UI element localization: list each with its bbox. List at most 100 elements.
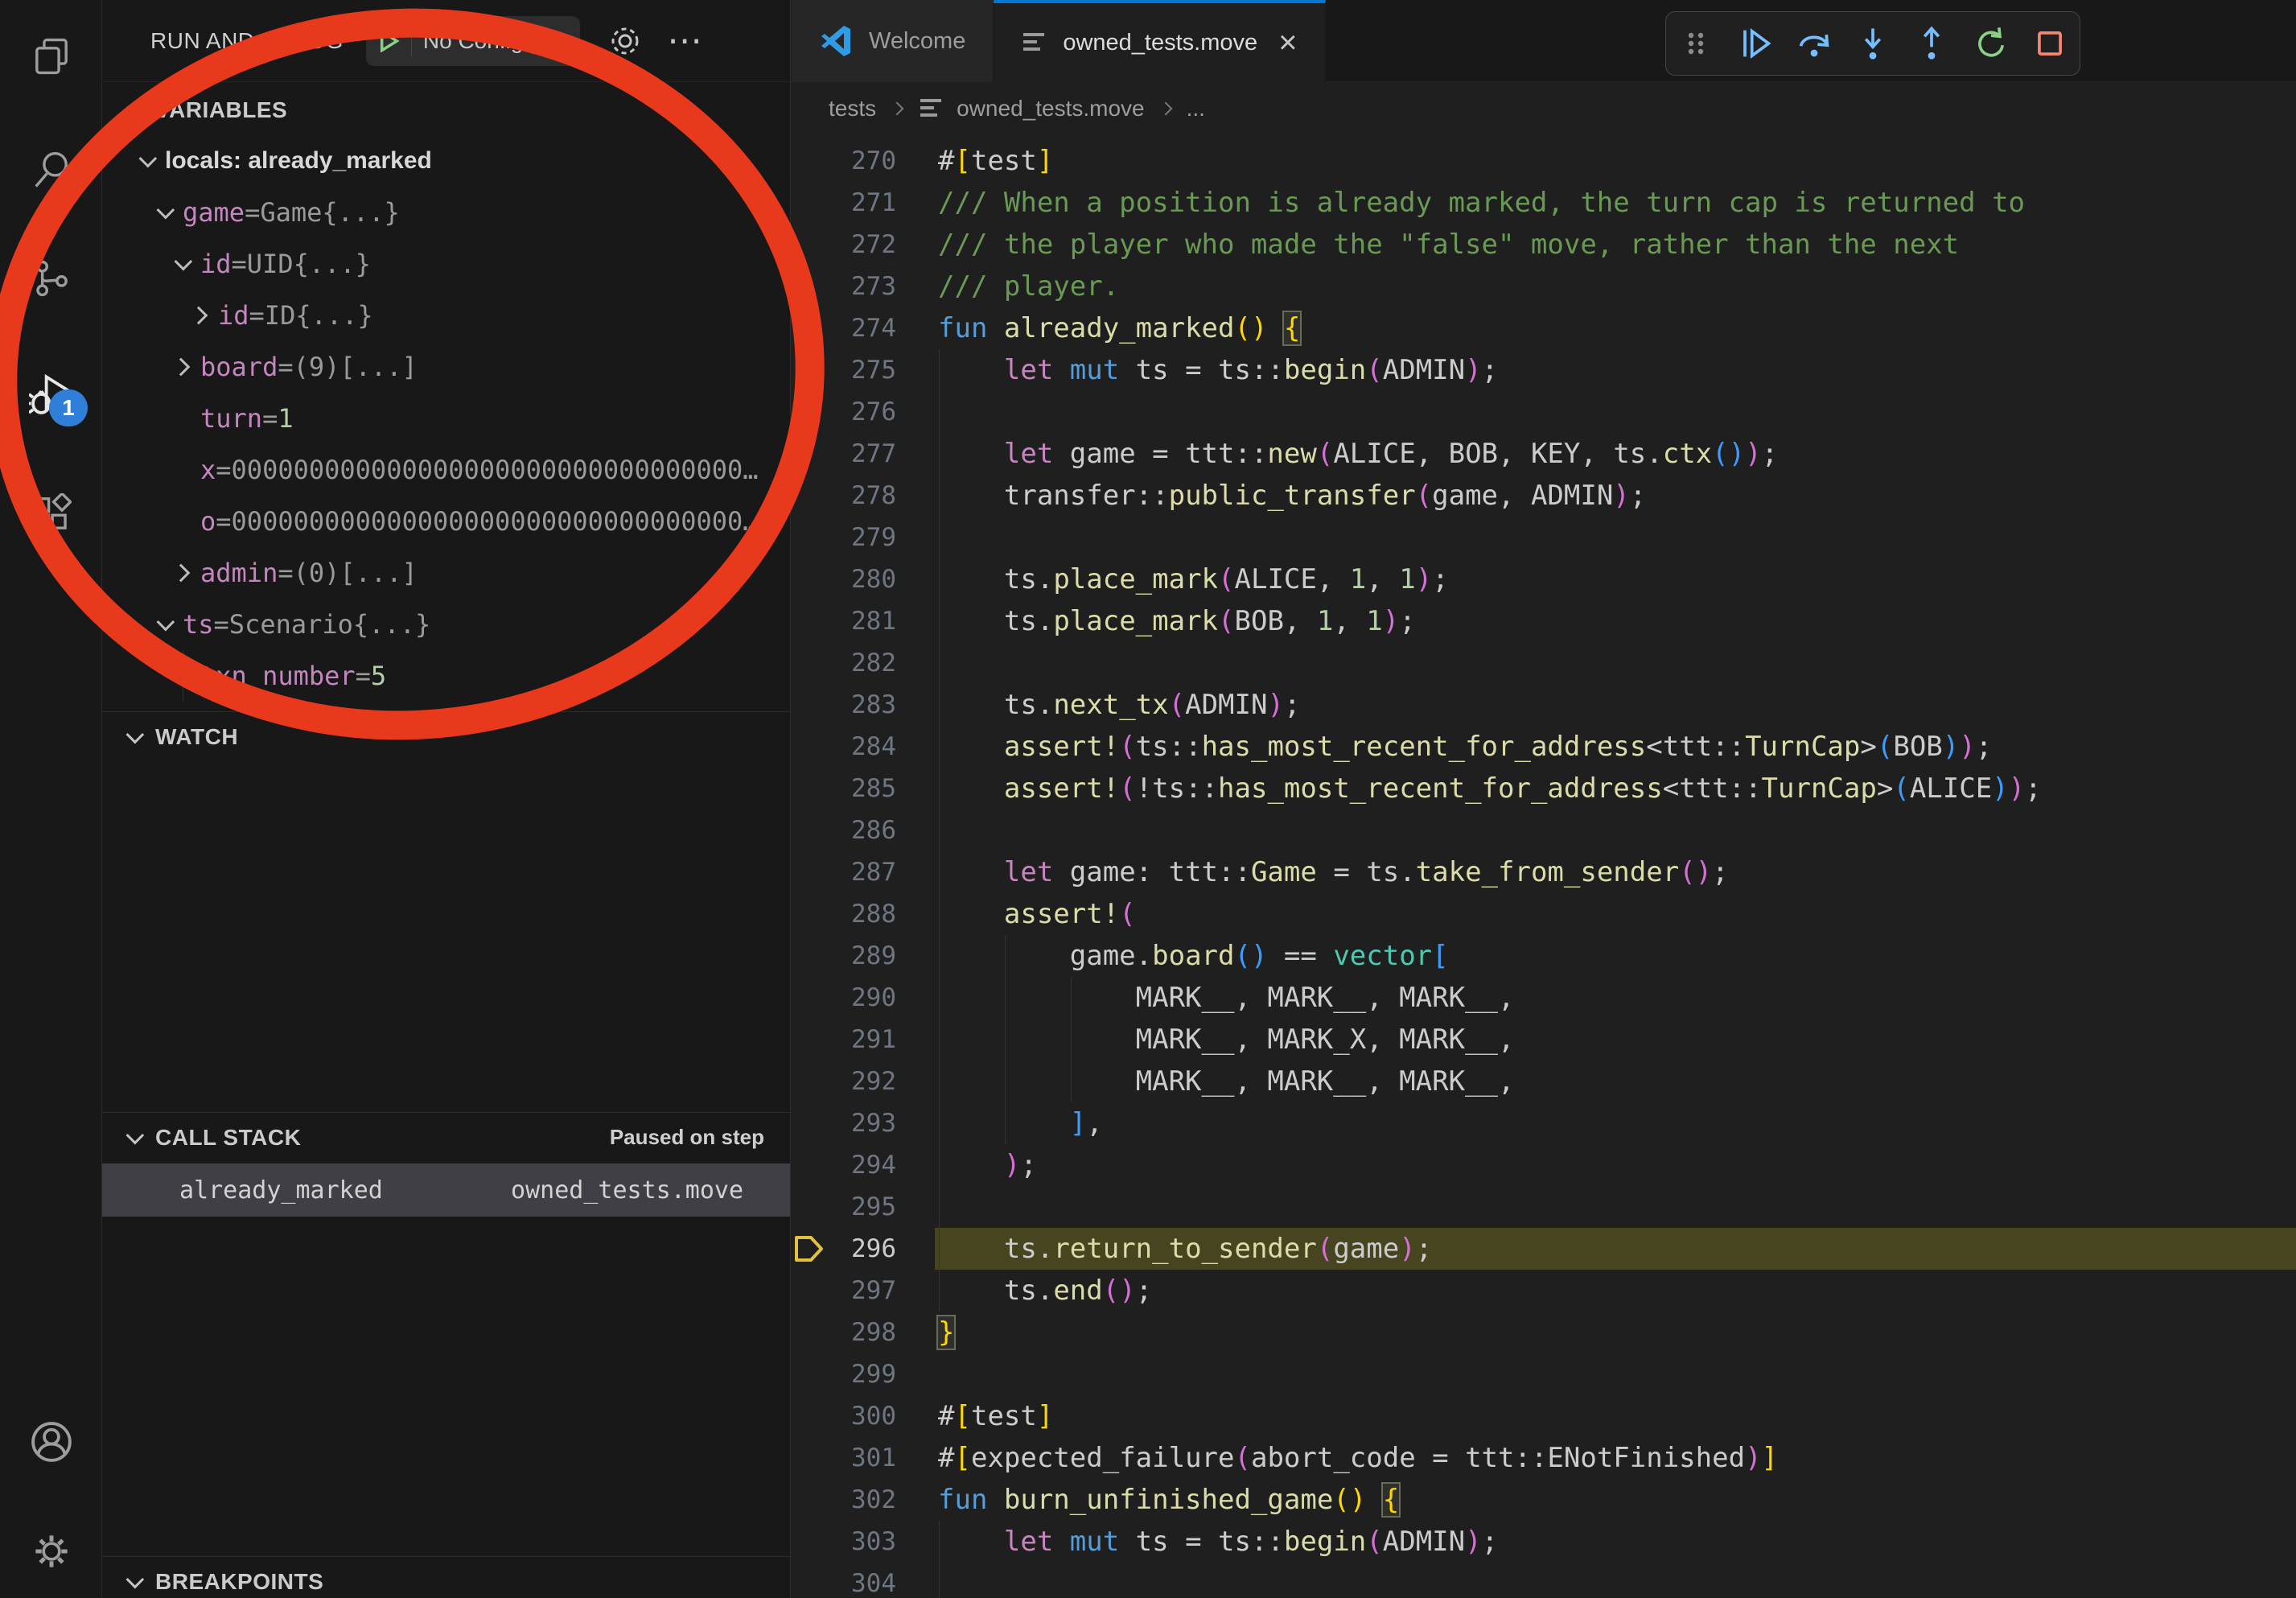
code-line[interactable]: 301#[expected_failure(abort_code = ttt::…: [792, 1437, 2296, 1479]
variable-row[interactable]: o = 000000000000000000000000000000000…: [102, 496, 790, 547]
code-line[interactable]: 304: [792, 1563, 2296, 1598]
continue-button[interactable]: [1729, 18, 1780, 69]
line-number[interactable]: 276: [851, 391, 896, 433]
line-number[interactable]: 287: [851, 851, 896, 893]
restart-button[interactable]: [1965, 18, 2017, 69]
line-number[interactable]: 278: [851, 475, 896, 517]
close-icon[interactable]: ×: [1278, 31, 1297, 55]
code-line[interactable]: 292 MARK__, MARK__, MARK__,: [792, 1061, 2296, 1102]
code-line[interactable]: 281 ts.place_mark(BOB, 1, 1);: [792, 600, 2296, 642]
code-line[interactable]: 286: [792, 809, 2296, 851]
settings-gear-icon[interactable]: [0, 1511, 102, 1592]
line-number[interactable]: 293: [851, 1102, 896, 1144]
extensions-icon[interactable]: [0, 473, 102, 554]
variable-row[interactable]: game = Game{...}: [102, 187, 790, 238]
line-number[interactable]: 297: [851, 1270, 896, 1312]
run-debug-icon[interactable]: 1: [0, 354, 102, 435]
line-number[interactable]: 272: [851, 224, 896, 266]
code-line[interactable]: 293 ],: [792, 1102, 2296, 1144]
line-number[interactable]: 295: [851, 1186, 896, 1228]
variable-row[interactable]: id = ID{...}: [102, 290, 790, 341]
line-number[interactable]: 286: [851, 809, 896, 851]
line-number[interactable]: 289: [851, 935, 896, 977]
tab-welcome[interactable]: Welcome: [792, 0, 994, 82]
line-number[interactable]: 285: [851, 768, 896, 809]
explorer-icon[interactable]: [0, 16, 102, 97]
variable-row[interactable]: id = UID{...}: [102, 238, 790, 290]
line-number[interactable]: 298: [851, 1312, 896, 1353]
breakpoints-section-header[interactable]: BREAKPOINTS: [102, 1556, 790, 1598]
code-line[interactable]: 295: [792, 1186, 2296, 1228]
chevron-down-icon[interactable]: [157, 613, 175, 632]
line-number[interactable]: 284: [851, 726, 896, 768]
chevron-right-icon[interactable]: [172, 564, 191, 583]
line-number[interactable]: 274: [851, 307, 896, 349]
variable-row[interactable]: ts = Scenario{...}: [102, 599, 790, 650]
search-icon[interactable]: [0, 129, 102, 209]
code-line[interactable]: 276: [792, 391, 2296, 433]
code-line[interactable]: 300#[test]: [792, 1395, 2296, 1437]
code-line[interactable]: 280 ts.place_mark(ALICE, 1, 1);: [792, 558, 2296, 600]
line-number[interactable]: 281: [851, 600, 896, 642]
line-number[interactable]: 273: [851, 266, 896, 307]
line-number[interactable]: 296: [851, 1228, 896, 1270]
code-line[interactable]: 288 assert!(: [792, 893, 2296, 935]
variable-row[interactable]: locals: already_marked: [102, 135, 790, 187]
step-into-button[interactable]: [1847, 18, 1899, 69]
code-line[interactable]: 287 let game: ttt::Game = ts.take_from_s…: [792, 851, 2296, 893]
code-line[interactable]: 282: [792, 642, 2296, 684]
line-number[interactable]: 294: [851, 1144, 896, 1186]
chevron-down-icon[interactable]: [139, 150, 158, 168]
line-number[interactable]: 290: [851, 977, 896, 1019]
code-line[interactable]: 278 transfer::public_transfer(game, ADMI…: [792, 475, 2296, 517]
line-number[interactable]: 300: [851, 1395, 896, 1437]
line-number[interactable]: 271: [851, 182, 896, 224]
step-out-button[interactable]: [1906, 18, 1957, 69]
code-line[interactable]: 290 MARK__, MARK__, MARK__,: [792, 977, 2296, 1019]
code-line[interactable]: 270#[test]: [792, 140, 2296, 182]
line-number[interactable]: 303: [851, 1521, 896, 1563]
chevron-right-icon[interactable]: [190, 307, 208, 325]
launch-config-dropdown[interactable]: No Configur: [366, 16, 580, 66]
code-line[interactable]: 277 let game = ttt::new(ALICE, BOB, KEY,…: [792, 433, 2296, 475]
callstack-section-header[interactable]: CALL STACK Paused on step: [102, 1112, 790, 1162]
stop-button[interactable]: [2024, 18, 2076, 69]
callstack-frame-row[interactable]: already_marked owned_tests.move: [102, 1163, 790, 1217]
chevron-right-icon[interactable]: [172, 358, 191, 377]
line-number[interactable]: 282: [851, 642, 896, 684]
code-line[interactable]: 284 assert!(ts::has_most_recent_for_addr…: [792, 726, 2296, 768]
account-icon[interactable]: [0, 1402, 102, 1482]
line-number[interactable]: 304: [851, 1563, 896, 1598]
variables-section-header[interactable]: VARIABLES: [102, 85, 790, 135]
code-line[interactable]: 296 ts.return_to_sender(game);: [792, 1228, 2296, 1270]
line-number[interactable]: 301: [851, 1437, 896, 1479]
code-line[interactable]: 274fun already_marked() {: [792, 307, 2296, 349]
watch-section-header[interactable]: WATCH: [102, 711, 790, 761]
breadcrumb-item-tests[interactable]: tests: [829, 96, 876, 121]
chevron-down-icon[interactable]: [175, 253, 193, 271]
source-control-icon[interactable]: [0, 238, 102, 319]
step-over-button[interactable]: [1788, 18, 1840, 69]
line-number[interactable]: 291: [851, 1019, 896, 1061]
more-actions-icon[interactable]: ⋯: [667, 33, 702, 49]
breadcrumb-item-symbol[interactable]: ...: [1187, 96, 1205, 121]
code-line[interactable]: 279: [792, 517, 2296, 558]
code-line[interactable]: 298}: [792, 1312, 2296, 1353]
line-number[interactable]: 280: [851, 558, 896, 600]
code-line[interactable]: 289 game.board() == vector[: [792, 935, 2296, 977]
variable-row[interactable]: turn = 1: [102, 393, 790, 444]
code-line[interactable]: 272/// the player who made the "false" m…: [792, 224, 2296, 266]
code-line[interactable]: 299: [792, 1353, 2296, 1395]
code-line[interactable]: 294 );: [792, 1144, 2296, 1186]
variable-row[interactable]: board = (9)[...]: [102, 341, 790, 393]
line-number[interactable]: 277: [851, 433, 896, 475]
code-line[interactable]: 283 ts.next_tx(ADMIN);: [792, 684, 2296, 726]
code-line[interactable]: 273/// player.: [792, 266, 2296, 307]
line-number[interactable]: 270: [851, 140, 896, 182]
line-number[interactable]: 292: [851, 1061, 896, 1102]
line-number[interactable]: 275: [851, 349, 896, 391]
tab-owned-tests[interactable]: owned_tests.move ×: [994, 0, 1325, 82]
code-line[interactable]: 271/// When a position is already marked…: [792, 182, 2296, 224]
code-line[interactable]: 275 let mut ts = ts::begin(ADMIN);: [792, 349, 2296, 391]
gear-icon[interactable]: [607, 23, 643, 59]
